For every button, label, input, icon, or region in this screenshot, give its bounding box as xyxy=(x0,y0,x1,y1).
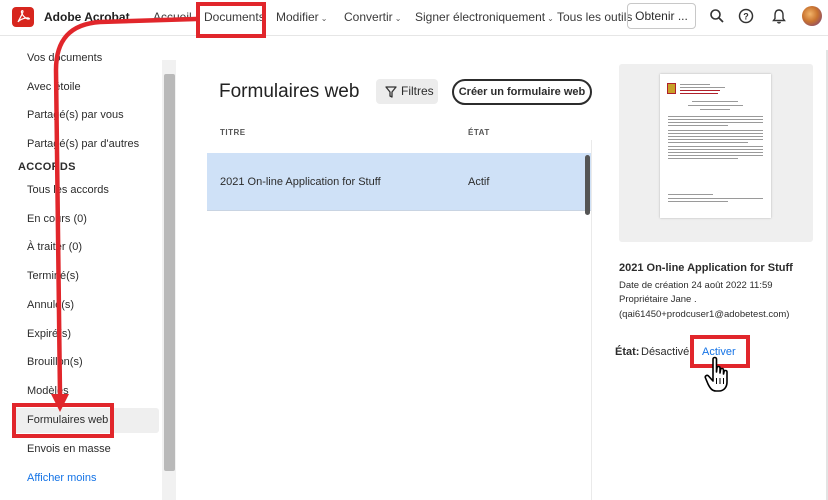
sidebar-section-accords: ACCORDS xyxy=(18,161,76,173)
panel-divider xyxy=(591,140,592,500)
app-brand-name: Adobe Acrobat xyxy=(44,10,130,24)
sidebar-item-tous-les-accords[interactable]: Tous les accords xyxy=(27,184,109,196)
filter-button-label: Filtres xyxy=(401,84,434,98)
chevron-down-icon: ⌄ xyxy=(547,14,554,23)
detail-state-label: État: xyxy=(615,346,640,358)
sidebar-item-termines[interactable]: Terminé(s) xyxy=(27,270,79,282)
hand-pointer-cursor-icon xyxy=(704,356,728,392)
nav-signer[interactable]: Signer électroniquement ⌄ xyxy=(415,10,554,24)
nav-tous-les-outils[interactable]: Tous les outils xyxy=(557,10,632,24)
column-header-title[interactable]: TITRE xyxy=(220,128,246,137)
nav-convertir[interactable]: Convertir ⌄ xyxy=(344,10,401,24)
detail-state-value: Désactivé xyxy=(641,346,690,358)
create-web-form-button[interactable]: Créer un formulaire web xyxy=(452,79,592,105)
sidebar-item-expires[interactable]: Expiré(s) xyxy=(27,328,71,340)
page-title: Formulaires web xyxy=(219,81,360,102)
sidebar-item-a-traiter[interactable]: À traiter (0) xyxy=(27,241,82,253)
document-thumbnail[interactable] xyxy=(660,74,771,218)
detail-owner: Propriétaire Jane . xyxy=(619,294,697,305)
sidebar-item-modeles[interactable]: Modèles xyxy=(27,385,69,397)
sidebar-item-en-cours[interactable]: En cours (0) xyxy=(27,213,87,225)
acrobat-logo-icon[interactable] xyxy=(12,7,34,27)
sidebar-item-envois-en-masse[interactable]: Envois en masse xyxy=(27,443,111,455)
sidebar-item-vos-documents[interactable]: Vos documents xyxy=(27,52,102,64)
sidebar-scrollbar-thumb[interactable] xyxy=(164,74,175,471)
filter-icon xyxy=(385,86,397,98)
detail-owner-email: (qai61450+prodcuser1@adobetest.com) xyxy=(619,309,790,320)
chevron-down-icon: ⌄ xyxy=(394,14,402,23)
sidebar-item-annules[interactable]: Annulé(s) xyxy=(27,299,74,311)
chevron-down-icon: ⌄ xyxy=(320,14,328,23)
table-scrollbar-thumb[interactable] xyxy=(585,155,590,215)
sidebar-item-partages-par-vous[interactable]: Partagé(s) par vous xyxy=(27,109,124,121)
sidebar-item-avec-etoile[interactable]: Avec étoile xyxy=(27,81,81,93)
avatar[interactable] xyxy=(802,6,822,26)
nav-accueil[interactable]: Accueil xyxy=(153,10,192,24)
sidebar-item-partages-par-autres[interactable]: Partagé(s) par d'autres xyxy=(27,138,139,150)
highlight-box-formulaires-web xyxy=(12,403,114,438)
detail-creation-date: Date de création 24 août 2022 11:59 xyxy=(619,280,773,291)
search-icon[interactable] xyxy=(709,8,725,24)
help-icon[interactable]: ? xyxy=(738,8,754,24)
svg-text:?: ? xyxy=(743,12,749,22)
row-state: Actif xyxy=(468,176,490,188)
table-row[interactable]: 2021 On-line Application for Stuff Actif xyxy=(207,153,591,211)
detail-title: 2021 On-line Application for Stuff xyxy=(619,262,793,274)
highlight-box-documents xyxy=(196,2,266,38)
sidebar-show-less-link[interactable]: Afficher moins xyxy=(27,472,97,484)
bell-icon[interactable] xyxy=(771,8,787,25)
university-seal-icon xyxy=(667,83,676,94)
top-navigation-bar: Adobe Acrobat Accueil Documents Modifier… xyxy=(0,0,828,36)
filter-button[interactable]: Filtres xyxy=(376,79,438,104)
row-title: 2021 On-line Application for Stuff xyxy=(220,176,381,188)
obtenir-button[interactable]: Obtenir ... xyxy=(627,3,696,29)
sidebar-item-brouillons[interactable]: Brouillon(s) xyxy=(27,356,83,368)
column-header-state[interactable]: ÉTAT xyxy=(468,128,490,137)
nav-modifier[interactable]: Modifier ⌄ xyxy=(276,10,327,24)
